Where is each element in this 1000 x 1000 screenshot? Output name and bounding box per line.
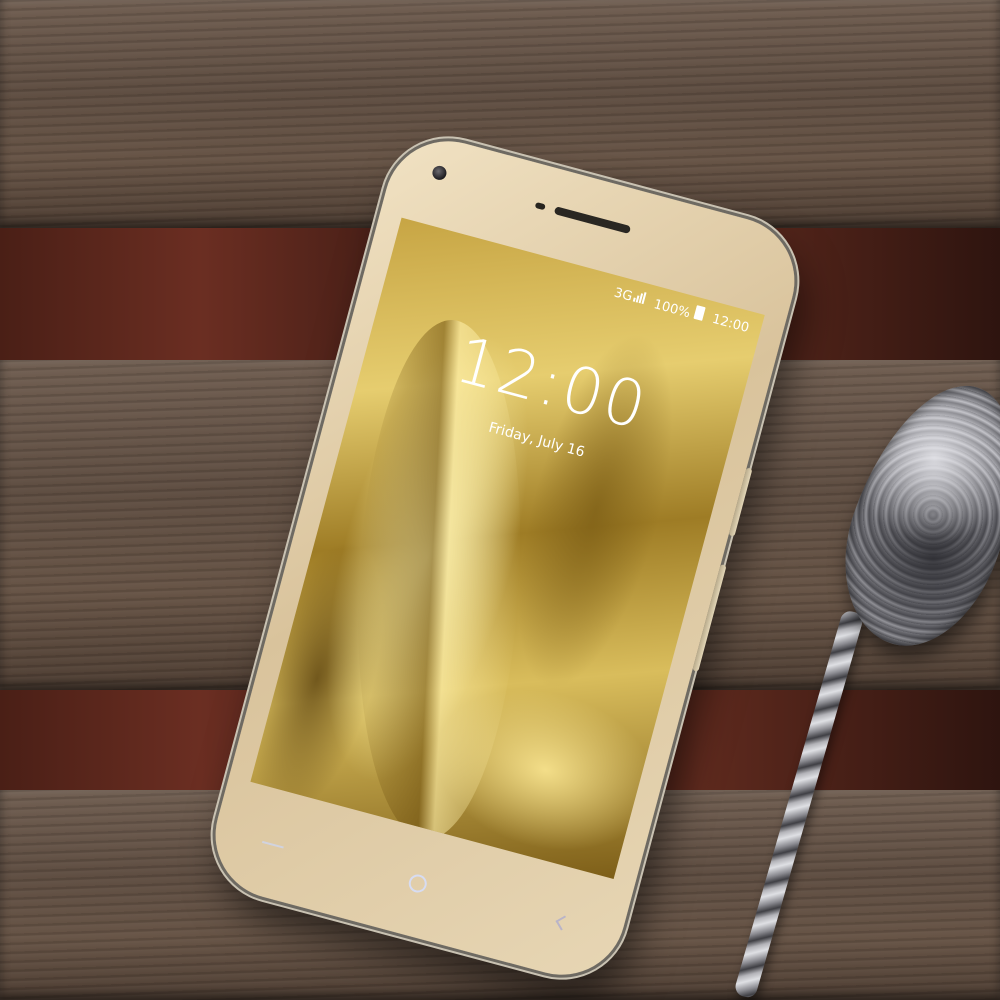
front-camera-icon [430, 164, 449, 182]
back-button[interactable] [540, 906, 585, 940]
chevron-left-icon [555, 914, 571, 930]
recent-apps-button[interactable] [250, 828, 295, 862]
menu-icon [262, 840, 284, 849]
home-circle-icon [406, 872, 429, 895]
proximity-sensor [534, 201, 546, 211]
status-bar: 3G 100% 12:00 [612, 284, 751, 337]
home-button[interactable] [395, 867, 440, 901]
earpiece-speaker [553, 206, 632, 235]
battery-icon [692, 304, 706, 321]
battery-percent: 100% [651, 297, 692, 322]
battery-indicator: 100% [651, 294, 706, 324]
scene: 3G 100% 12:00 12:00 Friday, July 16 [0, 0, 1000, 1000]
signal-icon [632, 290, 647, 305]
network-indicator: 3G [612, 285, 647, 309]
status-clock: 12:00 [710, 311, 751, 336]
